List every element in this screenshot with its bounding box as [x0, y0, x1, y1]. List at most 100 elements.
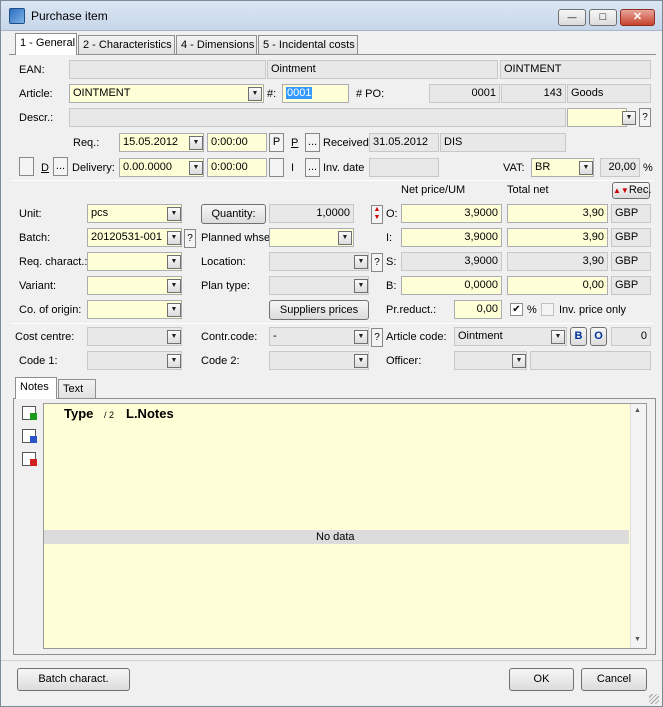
req-time-field[interactable]: 0:00:00	[207, 133, 267, 152]
batch-charact-button[interactable]: Batch charact.	[17, 668, 130, 691]
location-dropdown-icon[interactable]: ▼	[354, 255, 368, 269]
net-price-header: Net price/UM	[401, 184, 466, 196]
ean-field[interactable]	[69, 60, 266, 79]
ean-name-field: Ointment	[267, 60, 498, 79]
scroll-up-icon[interactable]: ▲	[634, 407, 641, 414]
purchase-item-window: Purchase item — □ ✕ 1 - General 2 - Char…	[0, 0, 663, 707]
delivery-time-field[interactable]: 0:00:00	[207, 158, 267, 177]
req-charact-label: Req. charact.:	[19, 256, 88, 268]
delivery-flag-box-2[interactable]	[269, 158, 284, 177]
preduct-label: Pr.reduct.:	[386, 304, 437, 316]
variant-dropdown-icon[interactable]: ▼	[167, 279, 181, 293]
p-button[interactable]: P	[269, 133, 284, 152]
received-ellipsis-button[interactable]: ...	[305, 133, 320, 152]
officer-dropdown-icon[interactable]: ▼	[512, 354, 526, 368]
preduct-field[interactable]: 0,00	[454, 300, 502, 319]
window-title: Purchase item	[31, 9, 108, 23]
delete-note-icon[interactable]	[22, 452, 37, 466]
req-charact-dropdown-icon[interactable]: ▼	[167, 255, 181, 269]
inv-price-only-label: Inv. price only	[559, 304, 627, 316]
article-code-label: Article code:	[386, 331, 447, 343]
req-date-dropdown-icon[interactable]: ▼	[189, 136, 203, 150]
vat-rate-field: 20,00	[600, 158, 640, 177]
descr-help-icon[interactable]: ?	[639, 108, 651, 127]
article-code-b-button[interactable]: B	[570, 327, 587, 346]
hash-field[interactable]: 0001	[282, 84, 349, 103]
close-button[interactable]: ✕	[620, 9, 655, 26]
i-total-field[interactable]: 3,90	[507, 228, 608, 247]
notes-tab-text[interactable]: Text	[58, 379, 96, 399]
maximize-icon: □	[599, 11, 607, 23]
notes-scrollbar[interactable]: ▲ ▼	[630, 404, 646, 648]
col-header-sort: / 2	[104, 410, 115, 420]
minimize-button[interactable]: —	[558, 9, 586, 26]
officer-extra-field	[530, 351, 651, 370]
separator-1	[11, 180, 654, 181]
tab-incidental-costs[interactable]: 5 - Incidental costs	[258, 35, 358, 55]
delivery-ellipsis-button[interactable]: ...	[53, 157, 68, 176]
preduct-percent-checkbox[interactable]: ✔	[510, 303, 523, 316]
tab-panel-border	[9, 54, 656, 55]
d-link[interactable]: D	[41, 161, 49, 176]
s-currency-field: GBP	[611, 252, 651, 271]
resize-grip-icon[interactable]	[649, 694, 659, 704]
cancel-button[interactable]: Cancel	[581, 668, 647, 691]
contr-code-help-icon[interactable]: ?	[371, 328, 383, 347]
code2-dropdown-icon[interactable]: ▼	[354, 354, 368, 368]
location-help-icon[interactable]: ?	[371, 253, 383, 272]
inv-date-ellipsis-button[interactable]: ...	[305, 158, 320, 177]
col-header-notes[interactable]: L.Notes	[126, 406, 174, 421]
tab-characteristics[interactable]: 2 - Characteristics	[78, 35, 175, 55]
scroll-down-icon[interactable]: ▼	[634, 636, 641, 643]
tab-general[interactable]: 1 - General	[15, 33, 77, 55]
batch-help-icon[interactable]: ?	[184, 229, 196, 248]
descr-dropdown-icon[interactable]: ▼	[622, 111, 636, 125]
edit-note-icon[interactable]	[22, 429, 37, 443]
officer-label: Officer:	[386, 355, 422, 367]
tab-dimensions[interactable]: 4 - Dimensions	[176, 35, 257, 55]
vat-dropdown-icon[interactable]: ▼	[579, 161, 593, 175]
ok-button[interactable]: OK	[509, 668, 574, 691]
p-link[interactable]: P	[291, 136, 298, 151]
o-total-field[interactable]: 3,90	[507, 204, 608, 223]
quantity-spin-icon[interactable]: ▲ ▼	[371, 205, 383, 224]
inv-price-only-checkbox[interactable]	[541, 303, 554, 316]
b-price-field[interactable]: 0,0000	[401, 276, 502, 295]
o-price-field[interactable]: 3,9000	[401, 204, 502, 223]
preduct-percent-label: %	[527, 304, 537, 316]
descr-label: Descr.:	[19, 112, 54, 124]
code2-label: Code 2:	[201, 355, 240, 367]
received-label: Received:	[323, 137, 372, 149]
descr-field[interactable]	[69, 108, 566, 127]
article-dropdown-icon[interactable]: ▼	[248, 87, 262, 101]
add-note-icon[interactable]	[22, 406, 37, 420]
i-label: I	[291, 162, 295, 174]
contr-code-dropdown-icon[interactable]: ▼	[354, 330, 368, 344]
planned-whse-dropdown-icon[interactable]: ▼	[338, 231, 352, 245]
i-price-field[interactable]: 3,9000	[401, 228, 502, 247]
quantity-button[interactable]: Quantity:	[201, 204, 266, 224]
plan-type-dropdown-icon[interactable]: ▼	[354, 279, 368, 293]
origin-dropdown-icon[interactable]: ▼	[167, 303, 181, 317]
o-label: O:	[386, 208, 398, 220]
unit-dropdown-icon[interactable]: ▼	[167, 207, 181, 221]
suppliers-prices-button[interactable]: Suppliers prices	[269, 300, 369, 320]
notes-grid[interactable]: Type / 2 L.Notes No data ▲ ▼	[43, 403, 647, 649]
ean-label: EAN:	[19, 64, 45, 76]
article-code-o-button[interactable]: O	[590, 327, 607, 346]
ean-code-field: OINTMENT	[500, 60, 651, 79]
descr-extra-field[interactable]	[567, 108, 627, 127]
maximize-button[interactable]: □	[589, 9, 617, 26]
batch-dropdown-icon[interactable]: ▼	[167, 231, 181, 245]
article-code-dropdown-icon[interactable]: ▼	[551, 330, 565, 344]
code1-dropdown-icon[interactable]: ▼	[167, 354, 181, 368]
b-total-field[interactable]: 0,00	[507, 276, 608, 295]
notes-tab-notes[interactable]: Notes	[15, 377, 57, 399]
delivery-date-dropdown-icon[interactable]: ▼	[189, 161, 203, 175]
po-value-field: 0001	[429, 84, 500, 103]
article-field[interactable]: OINTMENT	[69, 84, 264, 103]
delivery-flag-box[interactable]	[19, 157, 34, 176]
rec-button[interactable]: ▲▼Rec.	[612, 182, 651, 199]
col-header-type[interactable]: Type	[64, 406, 93, 421]
cost-centre-dropdown-icon[interactable]: ▼	[167, 330, 181, 344]
